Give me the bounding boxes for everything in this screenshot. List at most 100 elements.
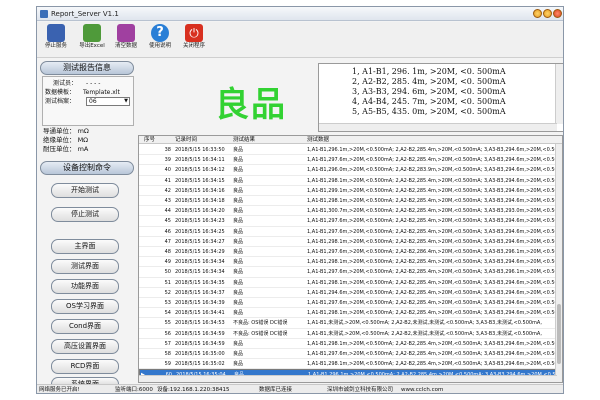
scroll-thumb[interactable] <box>557 304 561 364</box>
device-address: 设备:192.168.1.220:38415 <box>157 387 230 393</box>
export-excel-icon <box>83 24 101 42</box>
row-data: 1,A1-B1,298.1m,>20M,<0.500mA; 2,A2-B2,28… <box>307 177 555 184</box>
table-row[interactable]: 58 2018/5/15 16:35:00 良品 1,A1-B1,297.6m,>20… <box>139 349 557 360</box>
help-button[interactable]: ? 使用说明 <box>143 24 177 56</box>
row-result: 良品 <box>233 187 244 194</box>
company-url[interactable]: www.cclch.com <box>401 385 443 393</box>
minimize-button[interactable] <box>533 9 542 18</box>
row-number: 44 <box>164 208 171 215</box>
table-row[interactable]: 57 2018/5/15 16:34:59 良品 1,A1-B1,298.1m,>20… <box>139 339 557 349</box>
title-bar[interactable]: Report_Server V1.1 <box>37 7 563 21</box>
tester-value: - - - - <box>86 80 101 87</box>
row-number: 45 <box>164 218 171 225</box>
close-button[interactable] <box>553 9 562 18</box>
rcd-screen-button[interactable]: RCD界面 <box>51 359 119 374</box>
result-summary-box[interactable]: 1, A1-B1, 296. 1m, >20M, <0. 500mA 2, A2… <box>318 63 563 132</box>
table-row[interactable]: 39 2018/5/15 16:34:11 良品 1,A1-B1,297.6m,>20… <box>139 155 557 166</box>
test-screen-button[interactable]: 测试界面 <box>51 259 119 274</box>
export-excel-button[interactable]: 导出Excel <box>75 24 109 56</box>
row-time: 2018/5/15 16:33:50 <box>175 147 225 153</box>
start-test-button[interactable]: 开始测试 <box>51 183 119 198</box>
row-number: 56 <box>164 330 171 337</box>
row-data: 1,A1-B1,298.1m,>20M,<0.500mA; 2,A2-B2,28… <box>307 238 555 245</box>
stop-service-button[interactable]: 停止服务 <box>39 24 73 56</box>
tester-label: 测试员： <box>53 80 78 87</box>
table-row[interactable]: 41 2018/5/15 16:34:15 良品 1,A1-B1,298.1m,>20… <box>139 176 557 186</box>
row-time: 2018/5/15 16:34:18 <box>175 198 225 204</box>
profile-label: 测试档案： <box>45 98 76 105</box>
profile-select[interactable]: 06 ▼ <box>86 97 130 106</box>
table-row[interactable]: 40 2018/5/15 16:34:12 良品 1,A1-B1,296.0m,>20… <box>139 165 557 176</box>
row-data: 1,A1-B1,298.1m,>20M,<0.500mA; 2,A2-B2,28… <box>307 198 555 204</box>
table-row[interactable]: 48 2018/5/15 16:34:29 良品 1,A1-B1,297.6m,>20… <box>139 247 557 258</box>
table-row[interactable]: 56 2018/5/15 16:34:59 不良品: OS错误 DC错误 1,A1-B… <box>139 329 557 339</box>
table-row[interactable]: 53 2018/5/15 16:34:39 良品 1,A1-B1,297.6m,>20… <box>139 298 557 309</box>
column-header-no[interactable]: 序号 <box>144 136 155 144</box>
row-time: 2018/5/15 16:34:35 <box>175 279 225 286</box>
stop-service-icon <box>47 24 65 42</box>
table-row[interactable]: 55 2018/5/15 16:34:53 不良品: OS错误 DC错误 1,A1-B… <box>139 318 557 329</box>
row-number: 41 <box>164 177 171 184</box>
left-panel: 测试报告信息 测试员： - - - - 数据模板： Template.xlt 测… <box>37 59 137 385</box>
column-header-data[interactable]: 测试数据 <box>307 136 329 144</box>
clear-data-button[interactable]: 清空数据 <box>109 24 143 56</box>
table-vertical-scrollbar[interactable] <box>555 144 562 382</box>
table-horizontal-scrollbar[interactable] <box>139 375 557 382</box>
row-time: 2018/5/15 16:34:59 <box>175 330 225 337</box>
row-number: 55 <box>164 320 171 327</box>
row-number: 48 <box>164 249 171 255</box>
row-result: 良品 <box>233 157 244 164</box>
table-row[interactable]: 54 2018/5/15 16:34:41 良品 1,A1-B1,298.1m,>20… <box>139 308 557 319</box>
clear-data-icon <box>117 24 135 42</box>
table-row[interactable]: 43 2018/5/15 16:34:18 良品 1,A1-B1,298.1m,>20… <box>139 196 557 207</box>
close-program-button[interactable]: ⏻ 关闭程序 <box>177 24 211 56</box>
summary-horizontal-scrollbar[interactable] <box>319 123 557 131</box>
table-row[interactable]: 52 2018/5/15 16:34:37 良品 1,A1-B1,294.6m,>20… <box>139 288 557 298</box>
table-row[interactable]: 47 2018/5/15 16:34:27 良品 1,A1-B1,298.1m,>20… <box>139 237 557 247</box>
maximize-button[interactable] <box>543 9 552 18</box>
os-learn-screen-button[interactable]: OS学习界面 <box>51 299 119 314</box>
row-number: 57 <box>164 340 171 347</box>
toolbar: 停止服务 导出Excel 清空数据 ? 使用说明 ⏻ 关闭程序 <box>37 22 563 58</box>
row-data: 1,A1-B1,294.6m,>20M,<0.500mA; 2,A2-B2,28… <box>307 289 555 296</box>
insulation-unit: 绝缘单位： MΩ <box>43 136 89 144</box>
row-data: 1,A1-B1,299.1m,>20M,<0.500mA; 2,A2-B2,28… <box>307 187 555 194</box>
row-result: 良品 <box>233 249 244 255</box>
row-time: 2018/5/15 16:34:20 <box>175 208 225 215</box>
summary-vertical-scrollbar[interactable] <box>555 64 563 124</box>
row-data: 1,A1-B1,297.6m,>20M,<0.500mA; 2,A2-B2,28… <box>307 269 555 276</box>
row-data: 1,A1-B1,297.6m,>20M,<0.500mA; 2,A2-B2,28… <box>307 228 555 235</box>
app-icon <box>40 10 48 18</box>
row-result: 良品 <box>233 208 244 215</box>
table-header: 序号 记录时间 测试结果 测试数据 <box>139 136 562 144</box>
table-row[interactable]: 38 2018/5/15 16:33:50 良品 1,A1-B1,296.1m,>20… <box>139 145 557 156</box>
column-header-result[interactable]: 测试结果 <box>233 136 255 144</box>
function-screen-button[interactable]: 功能界面 <box>51 279 119 294</box>
summary-line: 1, A1-B1, 296. 1m, >20M, <0. 500mA <box>352 67 506 76</box>
row-time: 2018/5/15 16:34:16 <box>175 187 225 194</box>
column-header-time[interactable]: 记录时间 <box>175 136 197 144</box>
row-data: 1,A1-B1,296.0m,>20M,<0.500mA; 2,A2-B2,28… <box>307 167 555 174</box>
table-row[interactable]: 45 2018/5/15 16:34:23 良品 1,A1-B1,297.6m,>20… <box>139 216 557 227</box>
report-info-header: 测试报告信息 <box>40 61 134 75</box>
table-row[interactable]: 44 2018/5/15 16:34:20 良品 1,A1-B1,300.7m,>20… <box>139 206 557 217</box>
row-result: 良品 <box>233 300 244 306</box>
row-result: 良品 <box>233 310 244 317</box>
table-row[interactable]: 50 2018/5/15 16:34:34 良品 1,A1-B1,297.6m,>20… <box>139 267 557 278</box>
table-row[interactable]: 49 2018/5/15 16:34:34 良品 1,A1-B1,298.1m,>20… <box>139 257 557 268</box>
cond-screen-button[interactable]: Cond界面 <box>51 319 119 334</box>
table-row[interactable]: 42 2018/5/15 16:34:16 良品 1,A1-B1,299.1m,>20… <box>139 186 557 196</box>
table-row[interactable]: 51 2018/5/15 16:34:35 良品 1,A1-B1,298.1m,>20… <box>139 278 557 288</box>
row-time: 2018/5/15 16:34:34 <box>175 269 225 276</box>
row-time: 2018/5/15 16:34:23 <box>175 218 225 225</box>
row-data: 1,A1-B1,298.1m,>20M,<0.500mA; 2,A2-B2,28… <box>307 279 555 286</box>
hv-settings-button[interactable]: 高压设置界面 <box>51 339 119 354</box>
table-row[interactable]: 59 2018/5/15 16:35:02 良品 1,A1-B1,298.1m,>20… <box>139 359 557 370</box>
stop-test-button[interactable]: 停止测试 <box>51 207 119 222</box>
withstand-unit: 耐压单位： mA <box>43 145 89 153</box>
row-data: 1,A1-B1,297.6m,>20M,<0.500mA; 2,A2-B2,28… <box>307 218 555 225</box>
row-data: 1,A1-B1,298.1m,>20M,<0.500mA; 2,A2-B2,28… <box>307 310 555 317</box>
main-screen-button[interactable]: 主界面 <box>51 239 119 254</box>
table-row[interactable]: 46 2018/5/15 16:34:25 良品 1,A1-B1,297.6m,>20… <box>139 227 557 237</box>
row-result: 不良品: OS错误 DC错误 <box>233 330 288 337</box>
